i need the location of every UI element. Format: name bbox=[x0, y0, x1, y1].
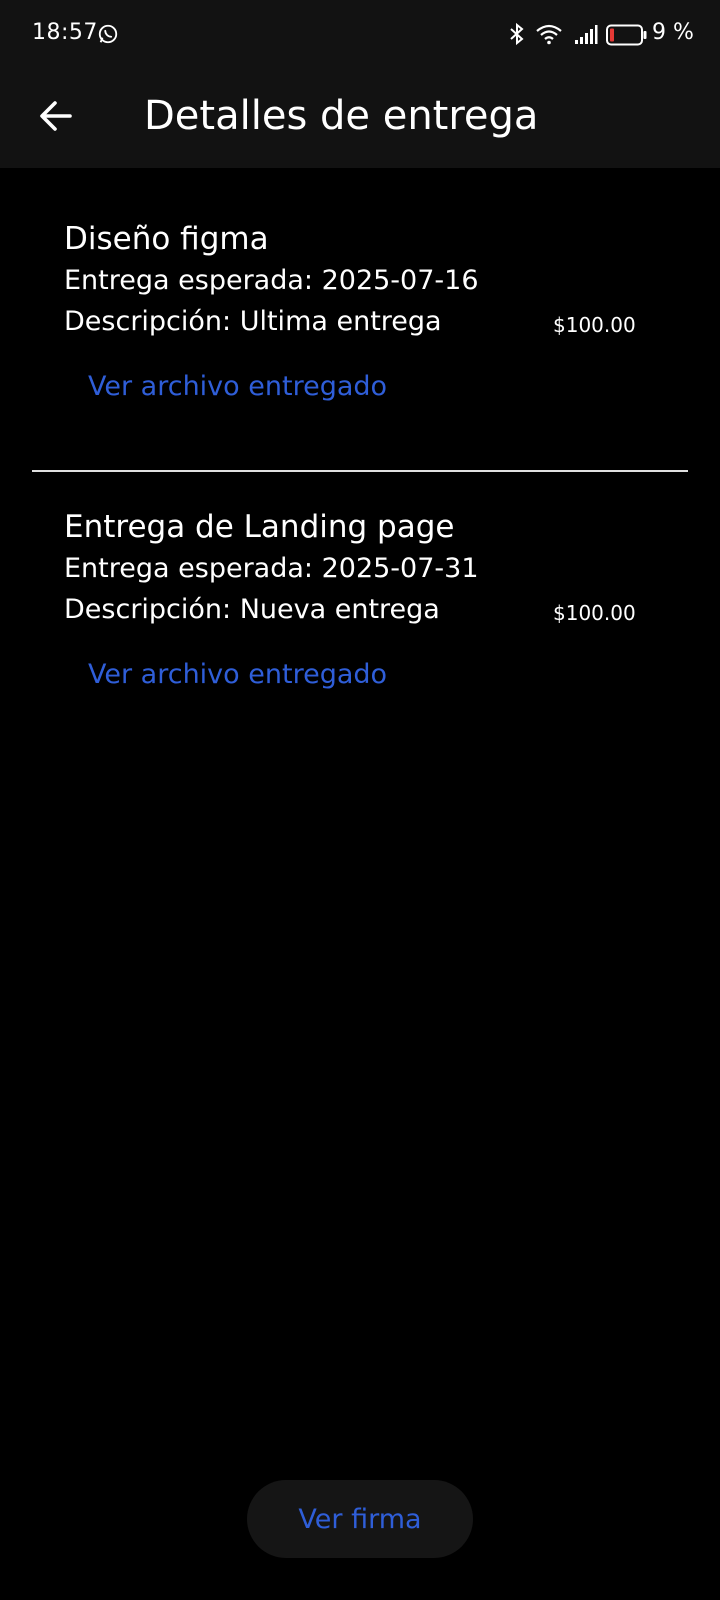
delivery-description: Descripción: Nueva entrega bbox=[64, 594, 440, 625]
signal-icon bbox=[575, 25, 598, 44]
delivery-title: Entrega de Landing page bbox=[64, 509, 455, 545]
bluetooth-icon bbox=[510, 22, 524, 46]
status-bar: 18:57 9 % bbox=[0, 0, 720, 70]
view-signature-button[interactable]: Ver firma bbox=[247, 1480, 473, 1558]
battery-percentage: 9 % bbox=[652, 20, 694, 45]
view-delivered-file-link[interactable]: Ver archivo entregado bbox=[88, 368, 387, 406]
divider bbox=[32, 470, 688, 472]
view-delivered-file-link[interactable]: Ver archivo entregado bbox=[88, 656, 387, 694]
delivery-expected-date: Entrega esperada: 2025-07-16 bbox=[64, 265, 479, 296]
page-title: Detalles de entrega bbox=[144, 93, 539, 139]
delivery-price: $100.00 bbox=[553, 313, 636, 337]
delivery-expected-date: Entrega esperada: 2025-07-31 bbox=[64, 553, 479, 584]
delivery-description: Descripción: Ultima entrega bbox=[64, 306, 442, 337]
app-bar: Detalles de entrega bbox=[0, 70, 720, 168]
delivery-price: $100.00 bbox=[553, 601, 636, 625]
delivery-title: Diseño figma bbox=[64, 221, 269, 257]
whatsapp-icon bbox=[98, 24, 118, 44]
back-button[interactable] bbox=[26, 86, 86, 146]
arrow-left-icon bbox=[40, 101, 72, 131]
screen: 18:57 9 % Detalles de entrega Diseño fig… bbox=[0, 0, 720, 1600]
status-time: 18:57 bbox=[32, 20, 98, 45]
battery-icon bbox=[606, 24, 647, 46]
wifi-icon bbox=[536, 24, 562, 45]
